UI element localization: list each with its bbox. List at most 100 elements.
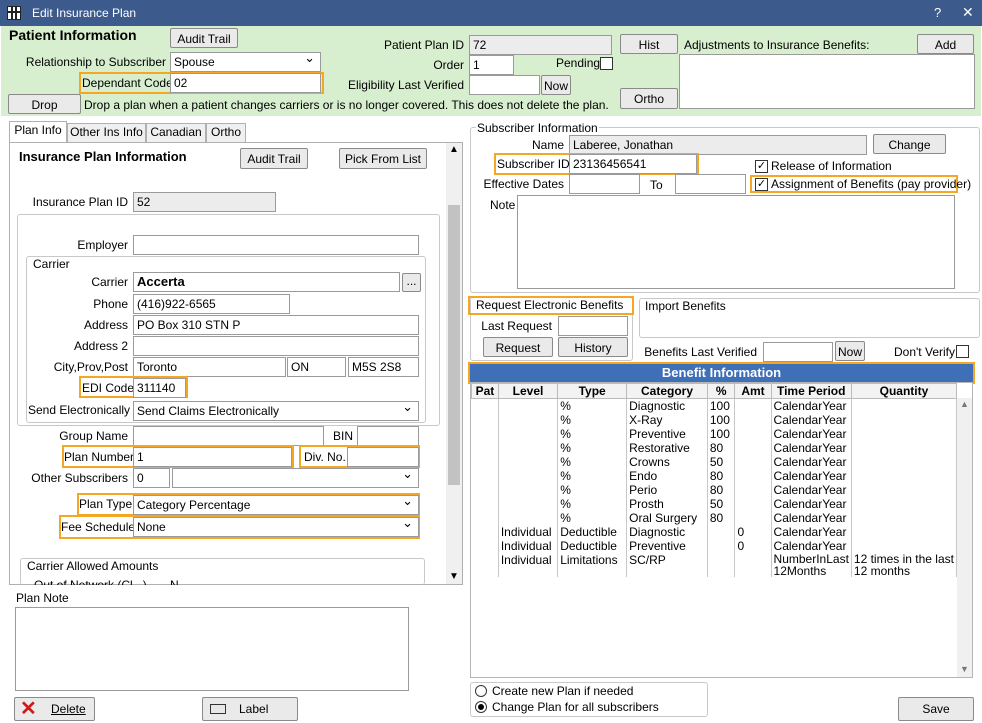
change-all-label: Change Plan for all subscribers [492, 700, 659, 714]
benefits-verified-input[interactable] [763, 342, 833, 362]
benefit-row[interactable]: Individual Deductible Diagnostic 0 CalendarY… [471, 525, 958, 539]
benefits-now-button[interactable]: Now [835, 341, 865, 361]
benefit-row[interactable]: Individual Deductible Preventive 0 CalendarY… [471, 539, 958, 553]
plan-note-input[interactable] [15, 607, 409, 691]
history-button[interactable]: History [558, 337, 628, 357]
help-button[interactable]: ? [934, 5, 941, 20]
benefit-cell: 100 [707, 413, 736, 427]
tab-plan-info[interactable]: Plan Info [9, 121, 67, 143]
employer-input[interactable] [133, 235, 419, 255]
benefit-row[interactable]: % Restorative 80 CalendarYear [471, 441, 958, 455]
group-name-input[interactable] [133, 426, 324, 446]
pick-from-list-button[interactable]: Pick From List [339, 148, 427, 169]
app-icon [7, 6, 21, 20]
carrier-allowed-label: Carrier Allowed Amounts [27, 559, 159, 573]
carrier-ellipsis-button[interactable]: ... [402, 273, 421, 292]
benefit-row[interactable]: % X-Ray 100 CalendarYear [471, 413, 958, 427]
benefit-cell [734, 441, 772, 455]
delete-button[interactable]: ✕ Delete [14, 697, 95, 721]
benefit-row[interactable]: % Preventive 100 CalendarYear [471, 427, 958, 441]
benefits-col-quantity[interactable]: Quantity [850, 383, 958, 399]
effective-from-input[interactable] [569, 174, 640, 194]
benefit-row[interactable]: % Perio 80 CalendarYear [471, 483, 958, 497]
change-subscriber-button[interactable]: Change [873, 134, 946, 154]
order-input[interactable]: 1 [469, 55, 514, 75]
benefits-col-category[interactable]: Category [626, 383, 708, 399]
address-input[interactable]: PO Box 310 STN P [133, 315, 419, 335]
benefit-row[interactable]: % Crowns 50 CalendarYear [471, 455, 958, 469]
other-subscribers-select[interactable] [172, 468, 419, 488]
tab-canadian[interactable]: Canadian [146, 123, 206, 142]
close-button[interactable]: ✕ [962, 4, 974, 21]
benefit-row[interactable]: % Endo 80 CalendarYear [471, 469, 958, 483]
send-electronically-select[interactable]: Send Claims Electronically [133, 401, 419, 421]
benefits-scroll-down-icon[interactable]: ▼ [960, 664, 969, 674]
benefit-cell: % [557, 497, 628, 511]
plan-scroll-thumb[interactable] [448, 205, 460, 485]
subscriber-note-input[interactable] [517, 195, 955, 289]
patient-audit-trail-button[interactable]: Audit Trail [170, 28, 238, 48]
plan-type-select[interactable]: Category Percentage [133, 495, 419, 515]
subscriber-id-input[interactable]: 23136456541 [569, 154, 697, 174]
benefits-scrollbar[interactable]: ▲ ▼ [957, 398, 972, 677]
city-input[interactable]: Toronto [133, 357, 286, 377]
tab-other-ins-info[interactable]: Other Ins Info [67, 123, 146, 142]
edi-code-input[interactable]: 311140 [133, 378, 186, 398]
benefit-row[interactable]: % Diagnostic 100 CalendarYear [471, 398, 958, 413]
plan-number-input[interactable]: 1 [133, 447, 292, 467]
benefit-cell [851, 525, 958, 539]
benefit-cell: 80 [707, 441, 736, 455]
plan-scroll-up-icon[interactable]: ▲ [449, 144, 459, 155]
eligibility-input[interactable] [469, 75, 540, 95]
province-input[interactable]: ON [287, 357, 346, 377]
bin-input[interactable] [357, 426, 419, 446]
benefits-table-panel: Pat Level Type Category% Amt Time Period Quant… [470, 382, 973, 678]
add-adjustment-button[interactable]: Add [917, 34, 974, 54]
benefit-row[interactable]: % Oral Surgery 80 CalendarYear [471, 511, 958, 525]
benefits-col-type[interactable]: Type [557, 383, 628, 399]
plan-audit-trail-button[interactable]: Audit Trail [240, 148, 308, 169]
insurance-plan-id-label: Insurance Plan ID [32, 195, 128, 209]
label-button[interactable]: Label [202, 697, 298, 721]
div-no-input[interactable] [347, 447, 419, 467]
phone-input[interactable]: (416)922-6565 [133, 294, 290, 314]
benefits-col-[interactable]: % [706, 383, 736, 399]
benefit-cell: Individual [498, 553, 559, 577]
ortho-button[interactable]: Ortho [620, 88, 678, 109]
benefits-verified-label: Benefits Last Verified [644, 345, 757, 359]
request-electronic-label: Request Electronic Benefits [476, 298, 624, 312]
benefit-row[interactable]: Individual Limitations SC/RP NumberInLast 1… [471, 553, 958, 577]
last-request-input[interactable] [558, 316, 628, 336]
release-info-checkbox[interactable]: ✓ [755, 160, 768, 173]
benefits-col-pat[interactable]: Pat [471, 383, 499, 399]
benefit-cell: 100 [707, 398, 736, 413]
pending-checkbox[interactable] [600, 57, 613, 70]
create-new-plan-radio[interactable] [475, 685, 487, 697]
benefits-col-level[interactable]: Level [497, 383, 559, 399]
adjustments-list[interactable] [679, 54, 975, 109]
benefit-row[interactable]: % Prosth 50 CalendarYear [471, 497, 958, 511]
benefits-col-amt[interactable]: Amt [734, 383, 772, 399]
assignment-checkbox[interactable]: ✓ [755, 178, 768, 191]
benefit-cell: NumberInLast 12Months [771, 553, 852, 577]
benefits-col-time-period[interactable]: Time Period [770, 383, 852, 399]
benefits-scroll-up-icon[interactable]: ▲ [960, 399, 969, 409]
postal-input[interactable]: M5S 2S8 [348, 357, 419, 377]
fee-schedule-select[interactable]: None [133, 517, 419, 537]
benefit-cell [471, 525, 499, 539]
carrier-input[interactable]: Accerta [133, 272, 400, 292]
drop-button[interactable]: Drop [8, 94, 81, 114]
address2-input[interactable] [133, 336, 419, 356]
dependant-code-input[interactable]: 02 [170, 73, 321, 93]
tab-ortho[interactable]: Ortho [206, 123, 246, 142]
dont-verify-checkbox[interactable] [956, 345, 969, 358]
change-all-radio[interactable] [475, 701, 487, 713]
save-button[interactable]: Save [898, 697, 974, 721]
request-button[interactable]: Request [483, 337, 553, 357]
plan-scroll-down-icon[interactable]: ▼ [449, 571, 459, 582]
benefit-cell [851, 469, 958, 483]
effective-to-input[interactable] [675, 174, 746, 194]
hist-button[interactable]: Hist [620, 34, 678, 54]
relationship-select[interactable]: Spouse [170, 52, 321, 72]
eligibility-now-button[interactable]: Now [541, 75, 571, 95]
